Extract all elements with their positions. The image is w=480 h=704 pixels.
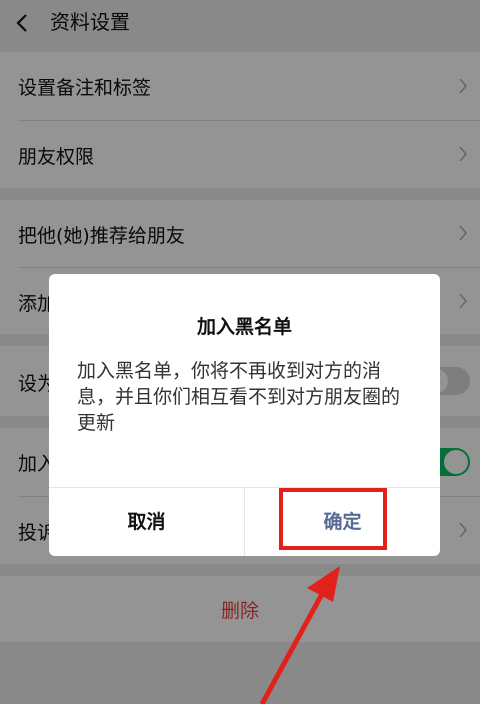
dialog-message: 加入黑名单，你将不再收到对方的消息，并且你们相互看不到对方朋友圈的更新: [77, 360, 401, 434]
cancel-button[interactable]: 取消: [49, 488, 244, 556]
annotation-highlight-box: [279, 488, 387, 550]
dialog-title: 加入黑名单: [196, 316, 292, 338]
